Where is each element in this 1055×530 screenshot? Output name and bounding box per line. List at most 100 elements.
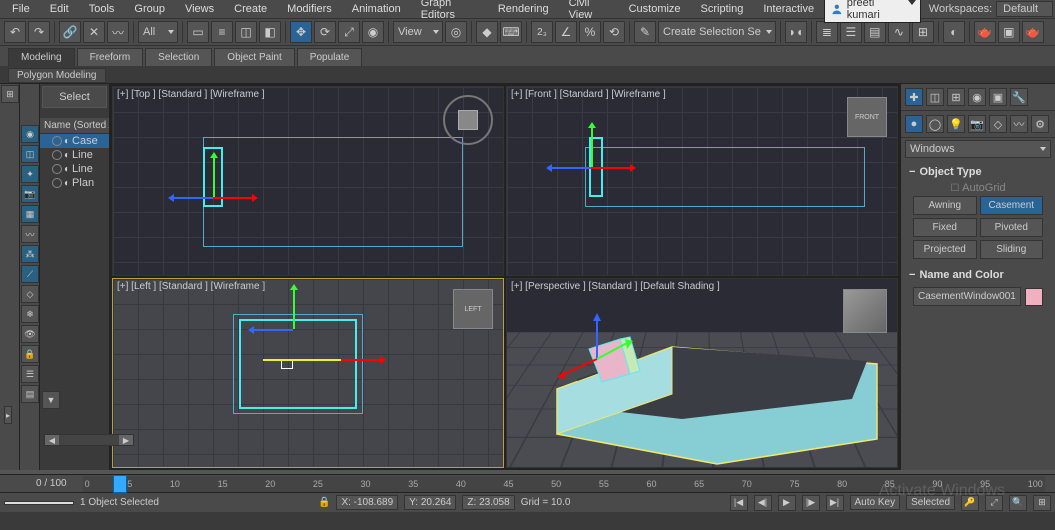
- select-by-name-button[interactable]: ≡: [211, 21, 233, 43]
- next-frame-button[interactable]: |▶: [802, 495, 820, 511]
- align-button[interactable]: ≣: [816, 21, 838, 43]
- user-dropdown[interactable]: preeti kumari: [824, 0, 921, 23]
- fixed-button[interactable]: Fixed: [913, 218, 977, 237]
- menu-animation[interactable]: Animation: [342, 2, 411, 16]
- select-scale-button[interactable]: ⤢: [338, 21, 360, 43]
- curve-editor-button[interactable]: ∿: [888, 21, 910, 43]
- casement-button[interactable]: Casement: [980, 196, 1044, 215]
- viewport-top[interactable]: [+] [Top ] [Standard ] [Wireframe ]: [112, 86, 504, 276]
- layer-explorer-button[interactable]: ☰: [840, 21, 862, 43]
- visibility-icon[interactable]: [52, 150, 62, 160]
- menu-customize[interactable]: Customize: [619, 2, 691, 16]
- viewcube-persp[interactable]: [843, 289, 887, 333]
- render-button[interactable]: 🫖: [1022, 21, 1044, 43]
- reference-coord-dropdown[interactable]: View: [393, 21, 443, 43]
- pivoted-button[interactable]: Pivoted: [980, 218, 1044, 237]
- utilities-tab-icon[interactable]: 🔧: [1010, 88, 1028, 106]
- time-slider[interactable]: [113, 475, 127, 493]
- menu-group[interactable]: Group: [124, 2, 175, 16]
- goto-end-button[interactable]: ▶|: [826, 495, 844, 511]
- schematic-view-button[interactable]: ⊞: [912, 21, 934, 43]
- snap-toggle-button[interactable]: 2₃: [531, 21, 553, 43]
- display-helpers-icon[interactable]: ▦: [21, 205, 39, 223]
- pivot-center-button[interactable]: ◎: [445, 21, 467, 43]
- spacewarps-icon[interactable]: 〰: [1010, 115, 1028, 133]
- frame-indicator[interactable]: 0 / 100: [30, 478, 73, 489]
- menu-create[interactable]: Create: [224, 2, 277, 16]
- awning-button[interactable]: Awning: [913, 196, 977, 215]
- lights-icon[interactable]: 💡: [947, 115, 965, 133]
- named-selection-dropdown[interactable]: Create Selection Se: [658, 21, 776, 43]
- category-dropdown[interactable]: Windows: [905, 140, 1051, 158]
- menu-graph-editors[interactable]: Graph Editors: [411, 0, 488, 22]
- menu-scripting[interactable]: Scripting: [691, 2, 754, 16]
- visibility-icon[interactable]: [52, 164, 62, 174]
- scene-item-casement[interactable]: ◐ Case: [40, 134, 109, 148]
- lock-icon[interactable]: 🔒: [318, 497, 330, 508]
- select-move-button[interactable]: ✥: [290, 21, 312, 43]
- selection-filter-dropdown[interactable]: All: [138, 21, 178, 43]
- zoom-extents-icon[interactable]: ⤢: [985, 495, 1003, 511]
- move-gizmo[interactable]: [183, 167, 243, 227]
- maximize-viewport-icon[interactable]: ⊞: [1, 85, 19, 103]
- workspaces-dropdown[interactable]: Default: [996, 1, 1053, 17]
- select-object-button[interactable]: ▭: [187, 21, 209, 43]
- shapes-icon[interactable]: ◯: [926, 115, 944, 133]
- coord-z[interactable]: Z: 23.058: [462, 495, 514, 510]
- helpers-icon[interactable]: ◇: [989, 115, 1007, 133]
- region-select-button[interactable]: ◫: [235, 21, 257, 43]
- menu-modifiers[interactable]: Modifiers: [277, 2, 342, 16]
- layer-icon[interactable]: ▤: [21, 385, 39, 403]
- tab-freeform[interactable]: Freeform: [77, 48, 144, 66]
- modify-tab-icon[interactable]: ◫: [926, 88, 944, 106]
- time-ruler[interactable]: 0 5 10 15 20 25 30 35 40 45 50 55 60 65 …: [83, 476, 1045, 492]
- panel-flyout-handle[interactable]: ▸: [4, 406, 12, 424]
- menu-views[interactable]: Views: [175, 2, 224, 16]
- viewport-perspective[interactable]: [+] [Perspective ] [Standard ] [Default …: [506, 278, 898, 468]
- scene-item-line1[interactable]: ◐ Line: [40, 148, 109, 162]
- viewport-top-label[interactable]: [+] [Top ] [Standard ] [Wireframe ]: [117, 89, 265, 100]
- keymode-dropdown[interactable]: Selected: [906, 495, 955, 510]
- menu-rendering[interactable]: Rendering: [488, 2, 559, 16]
- mirror-button[interactable]: ◗◖: [785, 21, 807, 43]
- undo-button[interactable]: ↶: [4, 21, 26, 43]
- create-tab-icon[interactable]: ✚: [905, 88, 923, 106]
- select-place-button[interactable]: ◉: [362, 21, 384, 43]
- move-gizmo-front[interactable]: [561, 137, 621, 197]
- display-tab-icon[interactable]: ▣: [989, 88, 1007, 106]
- viewcube-front[interactable]: FRONT: [847, 97, 887, 137]
- visibility-icon[interactable]: [52, 178, 62, 188]
- toggle-ribbon-button[interactable]: ▤: [864, 21, 886, 43]
- viewcube-left[interactable]: LEFT: [453, 289, 493, 329]
- angle-snap-button[interactable]: ∠: [555, 21, 577, 43]
- render-setup-button[interactable]: 🫖: [974, 21, 996, 43]
- move-gizmo-left[interactable]: [263, 299, 323, 359]
- autogrid-checkbox[interactable]: ☐ AutoGrid: [909, 180, 1047, 196]
- systems-icon[interactable]: ⚙: [1031, 115, 1049, 133]
- autokey-button[interactable]: Auto Key: [850, 495, 901, 510]
- zoom-all-icon[interactable]: 🔍: [1009, 495, 1027, 511]
- menu-interactive[interactable]: Interactive: [753, 2, 824, 16]
- max-viewport-icon[interactable]: ⊞: [1033, 495, 1051, 511]
- maxscript-input[interactable]: [4, 501, 74, 505]
- scene-explorer-hscroll[interactable]: ◀ ▶: [44, 434, 134, 446]
- window-crossing-button[interactable]: ◧: [259, 21, 281, 43]
- scene-header[interactable]: Name (Sorted A: [40, 118, 109, 134]
- menu-tools[interactable]: Tools: [79, 2, 125, 16]
- viewport-persp-label[interactable]: [+] [Perspective ] [Standard ] [Default …: [511, 281, 720, 292]
- scroll-left-icon[interactable]: ◀: [45, 435, 59, 445]
- coord-y[interactable]: Y: 20.264: [404, 495, 456, 510]
- redo-button[interactable]: ↷: [28, 21, 50, 43]
- sliding-button[interactable]: Sliding: [980, 240, 1044, 259]
- menu-civil-view[interactable]: Civil View: [559, 0, 619, 22]
- properties-icon[interactable]: ☰: [21, 365, 39, 383]
- edit-named-selection-button[interactable]: ✎: [634, 21, 656, 43]
- display-bone-icon[interactable]: ⟋: [21, 265, 39, 283]
- viewport-front[interactable]: [+] [Front ] [Standard ] [Wireframe ] FR…: [506, 86, 898, 276]
- tab-object-paint[interactable]: Object Paint: [214, 48, 294, 66]
- unlink-button[interactable]: ✕: [83, 21, 105, 43]
- display-lights-icon[interactable]: ✦: [21, 165, 39, 183]
- motion-tab-icon[interactable]: ◉: [968, 88, 986, 106]
- set-key-button[interactable]: 🔑: [961, 495, 979, 511]
- hide-selection-icon[interactable]: 👁: [21, 325, 39, 343]
